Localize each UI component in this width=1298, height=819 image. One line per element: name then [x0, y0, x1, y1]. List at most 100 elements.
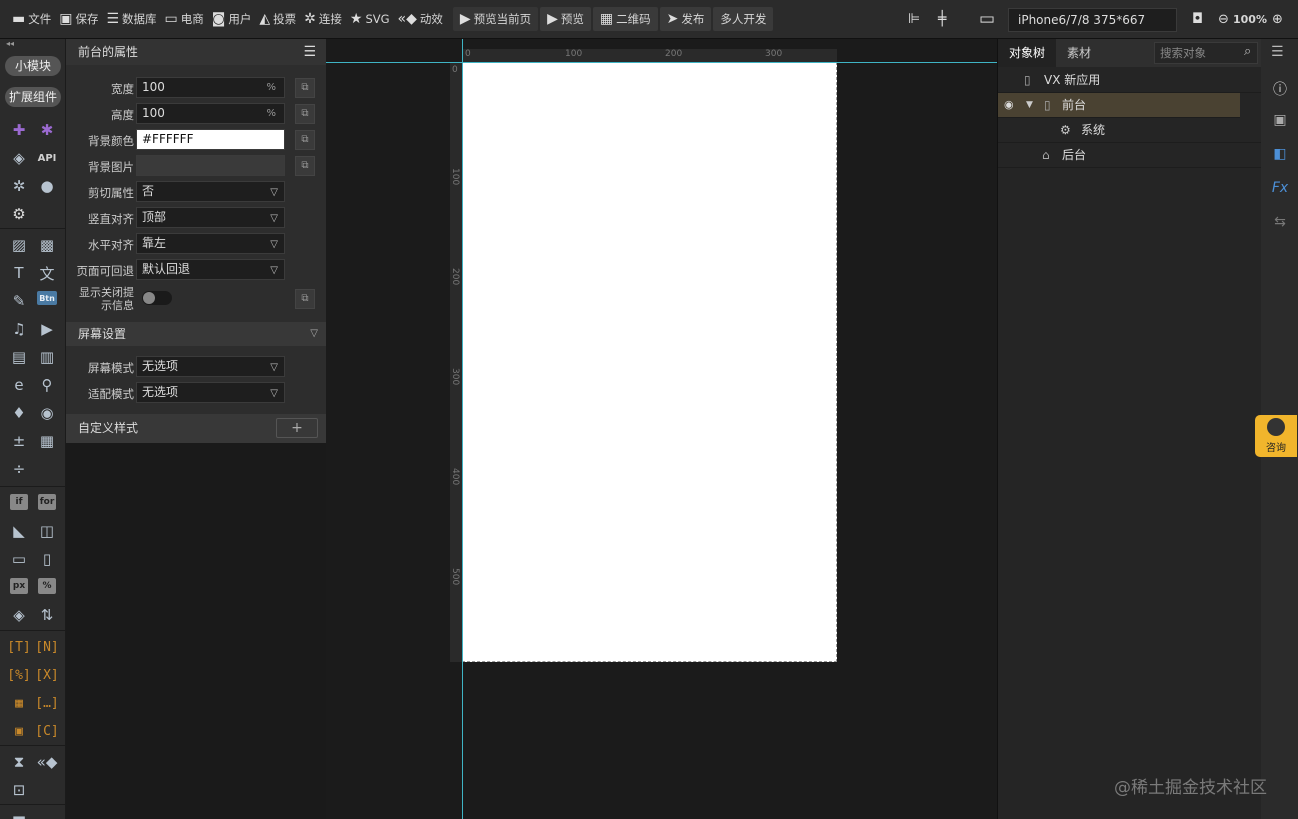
publish-button[interactable]: ➤ 发布 [659, 7, 712, 31]
align-left-icon[interactable]: ⊫ [904, 7, 927, 31]
number-variable-icon[interactable]: [N] [35, 637, 58, 657]
connect-icon[interactable]: ✲ [9, 176, 29, 196]
text-variable-icon[interactable]: [T] [7, 637, 30, 657]
device-icon[interactable]: ▭ [975, 7, 1002, 31]
tree-search-input[interactable]: 搜索对象 [1154, 42, 1258, 64]
valign-select[interactable]: 顶部 ▽ [136, 207, 285, 228]
tree-node-front[interactable]: ◉ ▼ ▯ 前台 [998, 93, 1240, 118]
halign-select[interactable]: 靠左 ▽ [136, 233, 285, 254]
hourglass-icon[interactable]: ⧗ [9, 752, 29, 772]
tab-assets[interactable]: 素材 [1056, 39, 1102, 67]
extend-component-button[interactable]: 扩展组件 [5, 87, 61, 107]
vertical-slider-icon[interactable]: ▯ [37, 549, 57, 569]
multi-dev-button[interactable]: 多人开发 [713, 7, 774, 31]
fit-mode-select[interactable]: 无选项 ▽ [136, 382, 285, 403]
icon-component-icon[interactable]: ◉ [37, 403, 57, 423]
menu-icon[interactable]: ☰ [303, 39, 316, 65]
copy-icon[interactable]: ⧉ [295, 156, 315, 176]
copy-icon[interactable]: ⧉ [295, 130, 315, 150]
form-alt-icon[interactable]: ▥ [37, 347, 57, 367]
add-style-button[interactable]: + [276, 418, 318, 438]
qrcode-icon[interactable]: ▦ [37, 431, 57, 451]
percent-variable-icon[interactable]: [%] [7, 665, 30, 685]
map-pin-icon[interactable]: ⚲ [37, 375, 57, 395]
box-icon[interactable]: ◈ [9, 148, 29, 168]
phone-canvas[interactable] [462, 62, 837, 662]
component-settings-icon[interactable]: ▣ [1271, 111, 1289, 129]
function-icon[interactable]: Fx [1271, 179, 1289, 197]
bgimage-input[interactable] [136, 155, 285, 176]
music-icon[interactable]: ♫ [9, 319, 29, 339]
device-selector[interactable]: iPhone6/7/8 375*667 [1008, 8, 1177, 32]
preview-current-button[interactable]: ▶ 预览当前页 [452, 7, 539, 31]
copy-icon[interactable]: ⧉ [295, 104, 315, 124]
wechat-icon[interactable]: ● [37, 176, 57, 196]
tree-node-system[interactable]: ⚙ 系统 [998, 118, 1261, 143]
search-page-icon[interactable]: ⊡ [9, 780, 29, 800]
vote-button[interactable]: ◭ 投票 [255, 7, 300, 31]
screen-settings-header[interactable]: 屏幕设置 ▽ [66, 322, 326, 346]
ecommerce-button[interactable]: ▭ 电商 [161, 7, 208, 31]
note-icon[interactable]: ◣ [9, 521, 29, 541]
tab-object-tree[interactable]: 对象树 [998, 39, 1057, 67]
browser-icon[interactable]: e [9, 375, 29, 395]
file-button[interactable]: ▬ 文件 [8, 7, 55, 31]
width-input[interactable]: 100% [136, 77, 285, 98]
copy-icon[interactable]: ⧉ [295, 289, 315, 309]
collapse-icon[interactable]: ◂◂ [6, 39, 14, 48]
zoom-in-icon[interactable]: ⊕ [1268, 7, 1290, 31]
if-icon[interactable]: if [10, 494, 28, 510]
form-icon[interactable]: ▤ [9, 347, 29, 367]
plugin-settings-icon[interactable]: ✱ [37, 120, 57, 140]
image-alt-icon[interactable]: ▩ [37, 235, 57, 255]
edit-icon[interactable]: ✎ [9, 291, 29, 311]
location-icon[interactable]: ♦ [9, 403, 29, 423]
copy-icon[interactable]: ⧉ [295, 78, 315, 98]
group-variable-icon[interactable]: ▣ [9, 721, 29, 741]
image-icon[interactable]: ▨ [9, 235, 29, 255]
height-input[interactable]: 100% [136, 103, 285, 124]
screen-mode-select[interactable]: 无选项 ▽ [136, 356, 285, 377]
stepper-icon[interactable]: ± [9, 431, 29, 451]
eye-icon[interactable]: ◉ [1004, 93, 1014, 117]
bgcolor-input[interactable]: #FFFFFF [136, 129, 285, 150]
text-icon[interactable]: T [9, 263, 29, 283]
swap-icon[interactable]: ⇆ [1271, 213, 1289, 231]
tree-node-back[interactable]: ⌂ 后台 [998, 143, 1261, 168]
qrcode-button[interactable]: ▦ 二维码 [592, 7, 658, 31]
sort-icon[interactable]: ⇅ [37, 605, 57, 625]
vertical-guide[interactable] [462, 39, 463, 819]
video-icon[interactable]: ▶ [37, 319, 57, 339]
btn-icon[interactable]: Btn [37, 291, 57, 305]
api-icon[interactable]: API [37, 148, 57, 168]
tree-node-app[interactable]: ▯ VX 新应用 [998, 68, 1261, 93]
horizontal-guide[interactable] [326, 62, 997, 63]
layers-icon[interactable]: ◈ [9, 605, 29, 625]
more-icon[interactable]: ▬ [9, 808, 29, 819]
slider-icon[interactable]: ▭ [9, 549, 29, 569]
menu-icon[interactable]: ☰ [1271, 44, 1284, 60]
svg-button[interactable]: ★ SVG [346, 7, 394, 31]
chat-icon[interactable]: ◧ [1271, 145, 1289, 163]
save-button[interactable]: ▣ 保存 [55, 7, 102, 31]
clip-select[interactable]: 否 ▽ [136, 181, 285, 202]
x-variable-icon[interactable]: [X] [35, 665, 58, 685]
percent-icon[interactable]: % [38, 578, 56, 594]
database-button[interactable]: ☰ 数据库 [102, 7, 160, 31]
screenshot-icon[interactable]: ◘ [1188, 7, 1210, 31]
translate-icon[interactable]: 文 [37, 263, 57, 283]
px-icon[interactable]: px [10, 578, 28, 594]
grid-variable-icon[interactable]: ▦ [9, 693, 29, 713]
gear-icon[interactable]: ⚙ [9, 204, 29, 224]
animation-icon[interactable]: «◆ [37, 752, 58, 772]
divide-icon[interactable]: ÷ [9, 459, 29, 479]
plugin-icon[interactable]: ✚ [9, 120, 29, 140]
dots-variable-icon[interactable]: […] [35, 693, 58, 713]
preview-button[interactable]: ▶ 预览 [540, 7, 591, 31]
layer-copy-icon[interactable]: ◫ [37, 521, 57, 541]
expand-icon[interactable]: ▼ [1026, 93, 1033, 117]
user-button[interactable]: ◙ 用户 [208, 7, 256, 31]
search-icon[interactable]: ⌕ [1244, 44, 1251, 59]
align-center-icon[interactable]: ╪ [934, 7, 953, 31]
connect-button[interactable]: ✲ 连接 [300, 7, 346, 31]
